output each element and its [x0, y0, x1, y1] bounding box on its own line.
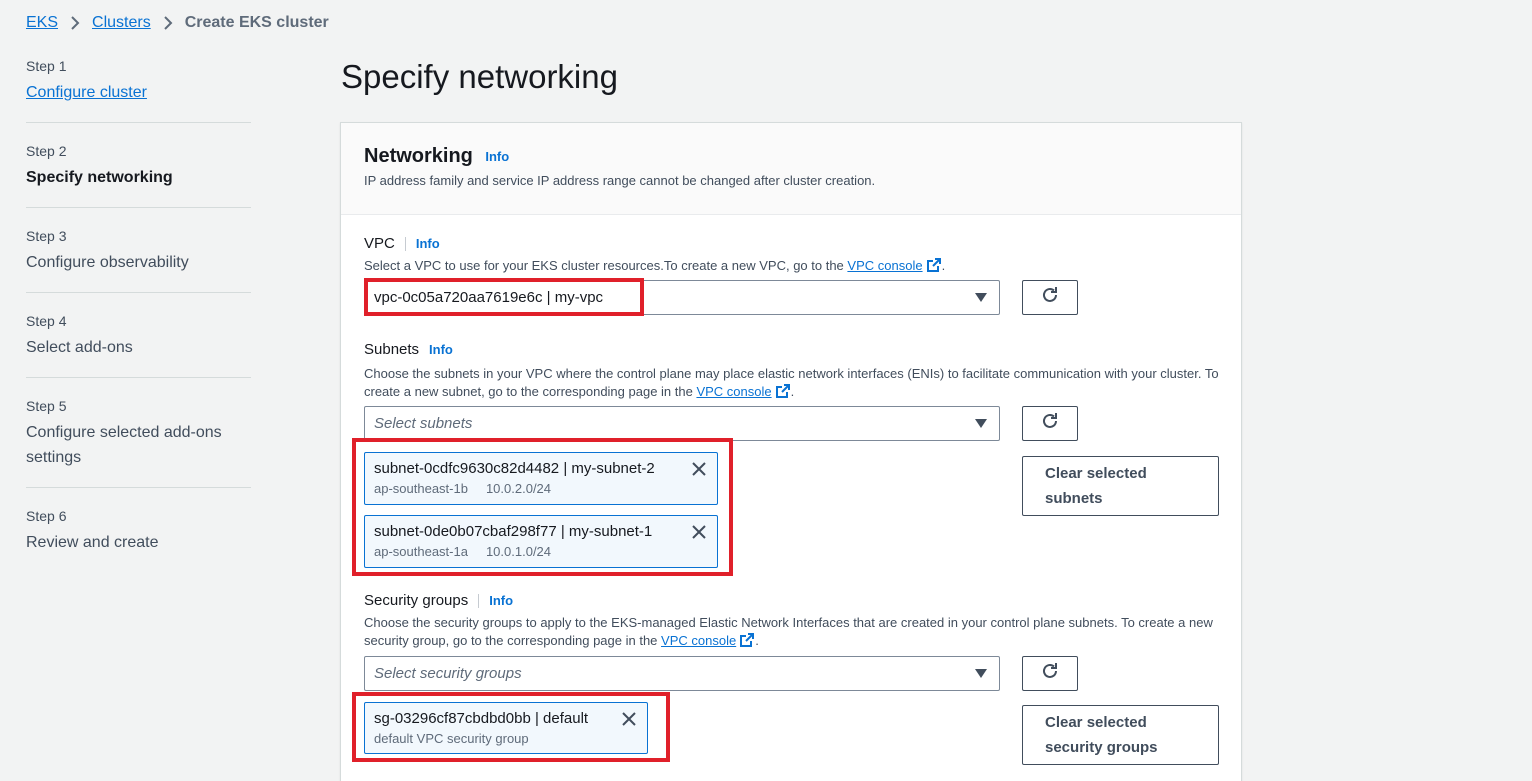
security-groups-label: Security groups — [364, 592, 469, 609]
subnet-token: subnet-0cdfc9630c82d4482 | my-subnet-2 a… — [364, 452, 718, 505]
subnets-placeholder: Select subnets — [374, 415, 473, 432]
security-group-token-desc: default VPC security group — [374, 731, 529, 746]
breadcrumb-current: Create EKS cluster — [184, 14, 329, 31]
networking-header: Networking Info IP address family and se… — [341, 123, 1241, 215]
step-number: Step 5 — [26, 398, 67, 414]
wizard-step-2: Step 2 Specify networking — [26, 141, 251, 208]
networking-info-link[interactable]: Info — [485, 149, 509, 164]
refresh-icon — [1040, 661, 1060, 686]
subnet-token-az: ap-southeast-1b — [374, 481, 468, 496]
chevron-right-icon — [163, 16, 173, 30]
security-groups-info-link[interactable]: Info — [489, 593, 513, 608]
vpc-info-link[interactable]: Info — [416, 236, 440, 251]
subnet-token-name: subnet-0de0b07cbaf298f77 | my-subnet-1 — [374, 523, 653, 540]
close-icon[interactable] — [621, 711, 637, 732]
vpc-console-link[interactable]: VPC console — [847, 258, 922, 273]
page-title: Specify networking — [341, 58, 618, 95]
vpc-select-value: vpc-0c05a720aa7619e6c | my-vpc — [374, 289, 604, 306]
vpc-description: Select a VPC to use for your EKS cluster… — [364, 257, 1214, 278]
breadcrumb: EKS Clusters Create EKS cluster — [26, 12, 329, 34]
step-label: Select add-ons — [26, 339, 133, 356]
wizard-step-6: Step 6 Review and create — [26, 506, 251, 572]
security-groups-description: Choose the security groups to apply to t… — [364, 614, 1219, 653]
wizard-step-3: Step 3 Configure observability — [26, 226, 251, 293]
label-divider — [404, 236, 406, 251]
refresh-icon — [1040, 285, 1060, 310]
wizard-step-5: Step 5 Configure selected add-ons settin… — [26, 396, 251, 488]
security-groups-vpc-console-link[interactable]: VPC console — [661, 633, 736, 648]
external-link-icon — [775, 383, 791, 404]
step-label-current: Specify networking — [26, 169, 173, 186]
step-label: Configure observability — [26, 254, 189, 271]
vpc-desc-end: . — [941, 258, 946, 273]
close-icon[interactable] — [691, 524, 707, 545]
step-number: Step 6 — [26, 508, 67, 524]
subnets-label-row: Subnets Info — [364, 341, 453, 358]
security-groups-placeholder: Select security groups — [374, 665, 522, 682]
subnet-token-cidr: 10.0.1.0/24 — [485, 544, 552, 559]
breadcrumb-eks-link[interactable]: EKS — [26, 14, 58, 32]
caret-down-icon — [975, 293, 987, 302]
security-groups-desc-end: . — [755, 633, 759, 648]
subnets-desc-end: . — [790, 384, 795, 399]
vpc-select[interactable]: vpc-0c05a720aa7619e6c | my-vpc — [364, 280, 1000, 315]
step-number: Step 1 — [26, 58, 67, 74]
security-group-token: sg-03296cf87cbdbd0bb | default default V… — [364, 702, 648, 754]
vpc-desc-text: Select a VPC to use for your EKS cluster… — [364, 258, 848, 273]
subnet-token: subnet-0de0b07cbaf298f77 | my-subnet-1 a… — [364, 515, 718, 568]
security-groups-desc-text: Choose the security groups to apply to t… — [364, 615, 1213, 648]
wizard-step-4: Step 4 Select add-ons — [26, 311, 251, 378]
external-link-icon — [739, 632, 755, 653]
wizard-steps-nav: Step 1 Configure cluster Step 2 Specify … — [26, 56, 251, 590]
step-link-configure-cluster[interactable]: Configure cluster — [26, 80, 251, 105]
clear-selected-subnets-button[interactable]: Clear selected subnets — [1022, 456, 1219, 516]
vpc-label-row: VPC Info — [364, 235, 440, 252]
step-label: Review and create — [26, 534, 159, 551]
networking-container: Networking Info IP address family and se… — [340, 122, 1242, 781]
subnet-token-details: ap-southeast-1a 10.0.1.0/24 — [374, 544, 708, 560]
vpc-label: VPC — [364, 235, 395, 252]
refresh-icon — [1040, 411, 1060, 436]
step-label: Configure selected add-ons settings — [26, 424, 222, 466]
subnet-token-details: ap-southeast-1b 10.0.2.0/24 — [374, 481, 708, 497]
subnet-token-cidr: 10.0.2.0/24 — [485, 481, 552, 496]
vpc-refresh-button[interactable] — [1022, 280, 1078, 315]
networking-description: IP address family and service IP address… — [364, 173, 876, 188]
subnet-token-name: subnet-0cdfc9630c82d4482 | my-subnet-2 — [374, 460, 655, 477]
security-groups-label-row: Security groups Info — [364, 592, 513, 609]
step-number: Step 4 — [26, 313, 67, 329]
subnets-info-link[interactable]: Info — [429, 342, 453, 357]
step-number: Step 3 — [26, 228, 67, 244]
wizard-step-1: Step 1 Configure cluster — [26, 56, 251, 123]
step-number: Step 2 — [26, 143, 67, 159]
subnets-description: Choose the subnets in your VPC where the… — [364, 365, 1219, 404]
security-group-token-name: sg-03296cf87cbdbd0bb | default — [374, 710, 589, 727]
breadcrumb-clusters-link[interactable]: Clusters — [92, 14, 151, 32]
subnets-refresh-button[interactable] — [1022, 406, 1078, 441]
subnets-label: Subnets — [364, 341, 420, 358]
networking-title: Networking — [364, 145, 473, 167]
chevron-right-icon — [70, 16, 80, 30]
caret-down-icon — [975, 419, 987, 428]
clear-selected-security-groups-button[interactable]: Clear selected security groups — [1022, 705, 1219, 765]
subnets-select[interactable]: Select subnets — [364, 406, 1000, 441]
label-divider — [478, 593, 480, 608]
subnets-vpc-console-link[interactable]: VPC console — [696, 384, 771, 399]
external-link-icon — [926, 257, 942, 278]
subnet-token-az: ap-southeast-1a — [374, 544, 468, 559]
caret-down-icon — [975, 669, 987, 678]
security-groups-select[interactable]: Select security groups — [364, 656, 1000, 691]
close-icon[interactable] — [691, 461, 707, 482]
security-groups-refresh-button[interactable] — [1022, 656, 1078, 691]
